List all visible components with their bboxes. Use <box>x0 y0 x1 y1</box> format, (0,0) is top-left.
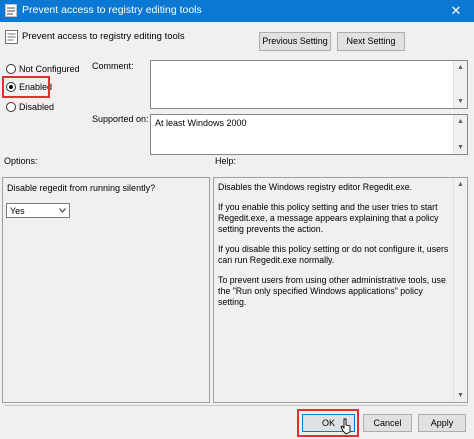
supported-on-label: Supported on: <box>92 114 149 124</box>
policy-name: Prevent access to registry editing tools <box>22 31 185 42</box>
comment-field[interactable]: ▲ ▼ <box>150 60 468 109</box>
policy-icon <box>5 4 17 17</box>
window-title: Prevent access to registry editing tools <box>22 4 202 16</box>
footer-divider <box>4 405 468 406</box>
options-label: Options: <box>4 156 38 166</box>
dialog-body: Prevent access to registry editing tools… <box>0 22 474 439</box>
cursor-icon <box>340 418 351 435</box>
radio-label: Not Configured <box>19 64 80 74</box>
help-label: Help: <box>215 156 237 166</box>
radio-circle[interactable] <box>6 102 16 112</box>
options-prompt: Disable regedit from running silently? <box>7 183 156 193</box>
title-bar: Prevent access to registry editing tools… <box>0 0 474 22</box>
supported-on-field: At least Windows 2000 ▲ ▼ <box>150 114 468 155</box>
scroll-down-icon[interactable]: ▼ <box>454 141 467 154</box>
scroll-up-icon[interactable]: ▲ <box>454 178 467 191</box>
apply-button[interactable]: Apply <box>418 414 466 432</box>
next-setting-button[interactable]: Next Setting <box>337 32 405 51</box>
comment-label: Comment: <box>92 61 134 71</box>
apply-label: Apply <box>430 418 454 428</box>
supported-scrollbar[interactable]: ▲ ▼ <box>453 115 467 154</box>
cancel-label: Cancel <box>373 418 402 428</box>
previous-setting-label: Previous Setting <box>262 36 328 46</box>
scroll-down-icon[interactable]: ▼ <box>454 389 467 402</box>
next-setting-label: Next Setting <box>346 36 396 46</box>
radio-disabled[interactable]: Disabled <box>6 100 54 114</box>
help-paragraph: If you enable this policy setting and th… <box>218 202 439 234</box>
scroll-up-icon[interactable]: ▲ <box>454 61 467 74</box>
cancel-button[interactable]: Cancel <box>363 414 412 432</box>
radio-circle[interactable] <box>6 64 16 74</box>
previous-setting-button[interactable]: Previous Setting <box>259 32 331 51</box>
supported-on-value: At least Windows 2000 <box>155 118 247 128</box>
chevron-down-icon <box>59 208 66 213</box>
help-paragraph: Disables the Windows registry editor Reg… <box>218 182 413 192</box>
scroll-down-icon[interactable]: ▼ <box>454 95 467 108</box>
close-icon[interactable]: ✕ <box>438 0 474 22</box>
radio-not-configured[interactable]: Not Configured <box>6 62 80 76</box>
options-panel: Disable regedit from running silently? Y… <box>2 177 210 403</box>
ok-label: OK <box>321 418 335 428</box>
help-panel: Disables the Windows registry editor Reg… <box>213 177 468 403</box>
enabled-highlight <box>2 76 50 98</box>
scroll-up-icon[interactable]: ▲ <box>454 115 467 128</box>
help-paragraph: To prevent users from using other admini… <box>218 275 446 307</box>
radio-label: Disabled <box>19 102 55 112</box>
policy-icon <box>5 30 18 44</box>
dropdown-value: Yes <box>10 206 25 216</box>
silent-dropdown[interactable]: Yes <box>6 203 70 218</box>
comment-scrollbar[interactable]: ▲ ▼ <box>453 61 467 108</box>
help-scrollbar[interactable]: ▲ ▼ <box>453 178 467 402</box>
help-text: Disables the Windows registry editor Reg… <box>218 182 452 317</box>
help-paragraph: If you disable this policy setting or do… <box>218 244 449 265</box>
